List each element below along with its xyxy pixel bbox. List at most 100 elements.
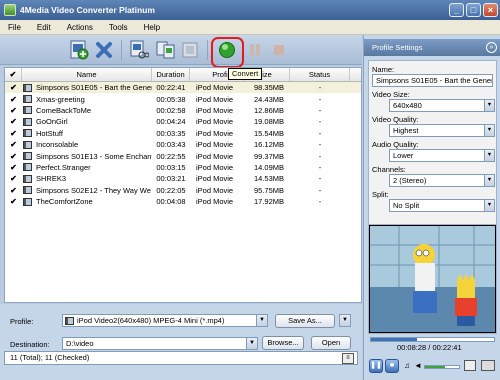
stop-playback-button[interactable]: ■ — [385, 359, 399, 373]
table-row[interactable]: ✔ Simpsons S02E12 - They Way We ... 00:22:… — [5, 185, 361, 196]
menu-tools[interactable]: Tools — [101, 23, 136, 32]
file-list: ✔ Name Duration Profi ize Status ✔ Simpso… — [4, 67, 362, 303]
row-checkbox[interactable]: ✔ — [5, 186, 22, 195]
output-icon — [182, 42, 198, 58]
name-label: Name: — [372, 65, 395, 74]
fullscreen-icon[interactable] — [481, 360, 495, 371]
file-name-cell: TheComfortZone — [22, 197, 152, 206]
row-checkbox[interactable]: ✔ — [5, 83, 22, 92]
video-quality-select[interactable]: Highest — [389, 124, 485, 137]
row-checkbox[interactable]: ✔ — [5, 95, 22, 104]
profile-cell: iPod Movie — [196, 174, 234, 184]
table-row[interactable]: ✔ GoOnGirl 00:04:24 iPod Movie 19.08MB - — [5, 116, 361, 127]
output-button[interactable] — [180, 39, 202, 61]
file-name-cell: Simpsons S01E13 - Some Enchant... — [22, 152, 152, 161]
add-file-button[interactable] — [68, 39, 90, 61]
table-row[interactable]: ✔ Simpsons S01E13 - Some Enchant... 00:22:… — [5, 150, 361, 161]
video-file-icon — [23, 152, 32, 161]
row-checkbox[interactable]: ✔ — [5, 197, 22, 206]
video-file-icon — [23, 163, 32, 172]
toolbar — [0, 35, 362, 65]
destination-label: Destination: — [10, 340, 50, 349]
profile-value: iPod Video2(640x480) MPEG-4 Mini (*.mp4) — [77, 316, 225, 325]
close-button[interactable]: × — [483, 3, 498, 17]
row-checkbox[interactable]: ✔ — [5, 129, 22, 138]
split-select[interactable]: No Split — [389, 199, 485, 212]
row-checkbox[interactable]: ✔ — [5, 152, 22, 161]
volume-slider[interactable] — [424, 365, 460, 369]
row-checkbox[interactable]: ✔ — [5, 117, 22, 126]
profile-select[interactable]: iPod Video2(640x480) MPEG-4 Mini (*.mp4) — [62, 314, 257, 327]
check-all-header[interactable]: ✔ — [5, 68, 22, 81]
profile-cell: iPod Movie — [196, 162, 234, 172]
save-as-dropdown-button[interactable]: ▼ — [339, 314, 351, 327]
table-row[interactable]: ✔ TheComfortZone 00:04:08 iPod Movie 17.92MB… — [5, 196, 361, 207]
status-cell: - — [318, 162, 322, 172]
clip-button[interactable] — [128, 39, 150, 61]
stop-button[interactable] — [268, 39, 290, 61]
size-cell: 16.12MB — [253, 140, 284, 150]
video-size-dropdown[interactable]: ▼ — [484, 99, 495, 112]
video-quality-dropdown[interactable]: ▼ — [484, 124, 495, 137]
video-size-select[interactable]: 640x480 — [389, 99, 485, 112]
status-cell: - — [318, 174, 322, 184]
speaker-icon[interactable]: ◄ — [414, 361, 422, 370]
table-row[interactable]: ✔ SHREK3 00:03:21 iPod Movie 14.53MB - — [5, 173, 361, 184]
audio-quality-dropdown[interactable]: ▼ — [484, 149, 495, 162]
table-row[interactable]: ✔ Inconsolable 00:03:43 iPod Movie 16.12MB - — [5, 139, 361, 150]
profile-cell: iPod Movie — [196, 140, 234, 150]
split-dropdown[interactable]: ▼ — [484, 199, 495, 212]
snapshot-icon[interactable] — [464, 360, 476, 371]
profile-settings-panel: Name: Simpsons S01E05 - Bart the General… — [368, 60, 497, 246]
pause-button[interactable] — [244, 39, 266, 61]
destination-dropdown-button[interactable]: ▼ — [246, 337, 258, 350]
row-checkbox[interactable]: ✔ — [5, 106, 22, 115]
seek-bar[interactable] — [370, 337, 495, 342]
maximize-button[interactable]: □ — [466, 3, 481, 17]
save-as-button[interactable]: Save As... — [275, 314, 335, 328]
browse-button[interactable]: Browse... — [262, 336, 304, 350]
menu-edit[interactable]: Edit — [29, 23, 59, 32]
table-row[interactable]: ✔ Perfect.Stranger 00:03:15 iPod Movie 14.09… — [5, 162, 361, 173]
window-title: 4Media Video Converter Platinum — [20, 5, 155, 15]
file-name-cell: Simpsons S02E12 - They Way We ... — [22, 186, 152, 195]
minimize-button[interactable]: _ — [449, 3, 464, 17]
preview-frame-image — [369, 225, 496, 333]
play-pause-button[interactable]: ❚❚ — [369, 359, 383, 373]
table-row[interactable]: ✔ Simpsons S01E05 - Bart the General 00:22… — [5, 82, 361, 94]
video-file-icon — [23, 95, 32, 104]
collapse-chevron-icon[interactable]: » — [486, 42, 497, 53]
menu-file[interactable]: File — [0, 23, 29, 32]
audio-quality-select[interactable]: Lower — [389, 149, 485, 162]
file-name-cell: SHREK3 — [22, 174, 152, 183]
table-row[interactable]: ✔ HotStuff 00:03:35 iPod Movie 15.54MB - — [5, 128, 361, 139]
file-list-header: ✔ Name Duration Profi ize Status — [5, 68, 361, 82]
profile-cell: iPod Movie — [196, 83, 234, 93]
table-row[interactable]: ✔ ComeBackToMe 00:02:58 iPod Movie 12.86MB - — [5, 105, 361, 116]
header-name[interactable]: Name — [22, 68, 152, 81]
remove-button[interactable] — [93, 39, 115, 61]
channels-select[interactable]: 2 (Stereo) — [389, 174, 485, 187]
name-field[interactable]: Simpsons S01E05 - Bart the General — [372, 74, 493, 87]
split-label: Split: — [372, 190, 389, 199]
log-toggle-icon[interactable]: ≡ — [342, 353, 354, 364]
profile-dropdown-button[interactable]: ▼ — [256, 314, 268, 327]
time-display: 00:08:28 / 00:22:41 — [397, 343, 462, 352]
menu-help[interactable]: Help — [136, 23, 168, 32]
merge-button[interactable] — [155, 39, 177, 61]
profile-cell: iPod Movie — [196, 117, 234, 127]
destination-field[interactable]: D:\video — [62, 337, 247, 350]
table-row[interactable]: ✔ Xmas-greeting 00:05:38 iPod Movie 24.43MB - — [5, 93, 361, 104]
row-checkbox[interactable]: ✔ — [5, 163, 22, 172]
menu-actions[interactable]: Actions — [59, 23, 101, 32]
row-checkbox[interactable]: ✔ — [5, 140, 22, 149]
duration-cell: 00:04:08 — [156, 197, 186, 207]
profile-cell: iPod Movie — [196, 128, 234, 138]
file-name-cell: GoOnGirl — [22, 117, 152, 126]
header-duration[interactable]: Duration — [152, 68, 190, 81]
header-status[interactable]: Status — [290, 68, 350, 81]
audio-icon[interactable]: ♫ — [404, 361, 410, 370]
channels-dropdown[interactable]: ▼ — [484, 174, 495, 187]
open-button[interactable]: Open — [311, 336, 351, 350]
row-checkbox[interactable]: ✔ — [5, 174, 22, 183]
